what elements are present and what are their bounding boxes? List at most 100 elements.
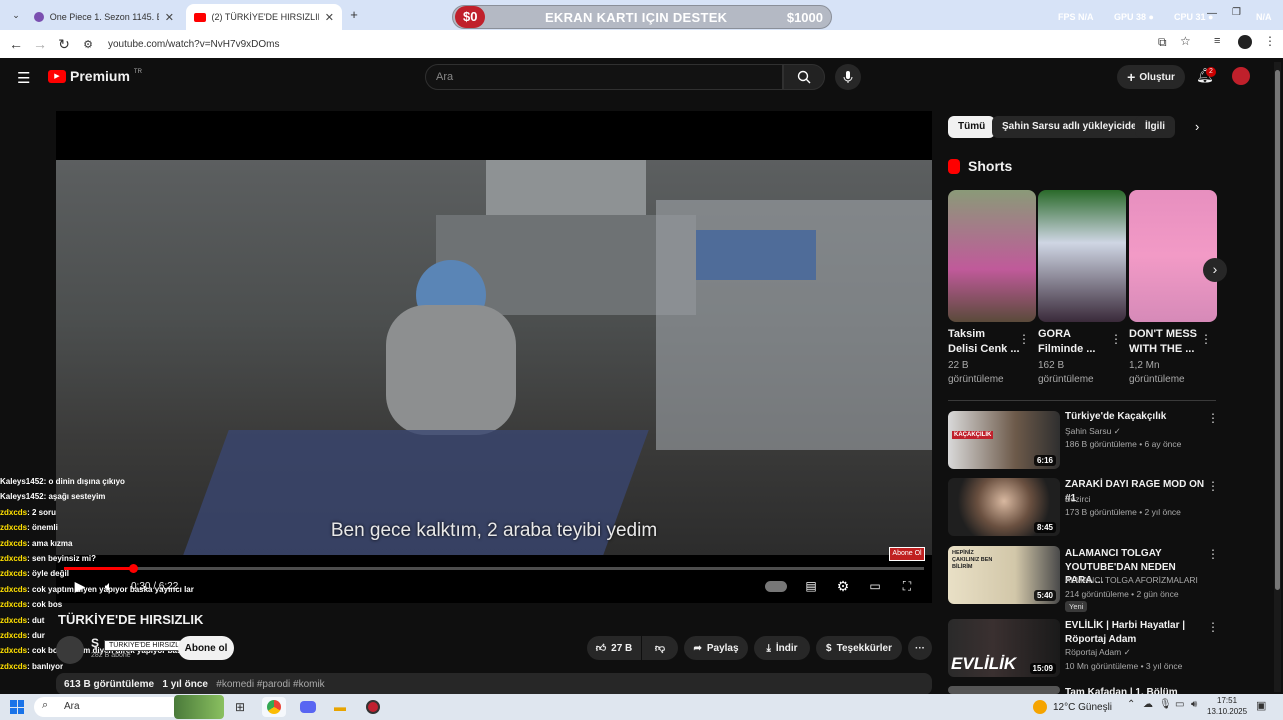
short-thumbnail[interactable] bbox=[1129, 190, 1217, 322]
related-title[interactable]: Türkiye'de Kaçakçılık bbox=[1065, 410, 1205, 424]
theater-mode-icon[interactable]: ▭ bbox=[865, 577, 885, 595]
notification-count-badge: 2 bbox=[1206, 67, 1216, 77]
new-tab-button[interactable]: + bbox=[346, 7, 362, 23]
related-channel[interactable]: ALMANCI TOLGA AFORİZMALARI bbox=[1065, 575, 1198, 585]
related-menu-icon[interactable]: ⋮ bbox=[1207, 411, 1219, 425]
account-avatar[interactable] bbox=[1232, 67, 1250, 85]
chat-message: zdxcds: cok yaptım diyen yapıyor baska y… bbox=[0, 584, 194, 594]
logo-region: TR bbox=[133, 69, 142, 75]
network-icon[interactable]: ▭ bbox=[1175, 699, 1184, 710]
browser-menu-icon[interactable]: ⋮ bbox=[1264, 34, 1276, 48]
cloud-icon[interactable]: ☁ bbox=[1143, 699, 1153, 710]
thumbnail-text: KAÇAKÇILIK bbox=[952, 431, 994, 439]
related-menu-icon[interactable]: ⋮ bbox=[1207, 620, 1219, 634]
short-menu-icon[interactable]: ⋮ bbox=[1200, 332, 1212, 346]
thumbnail-text: EVLİLİK bbox=[951, 654, 1017, 673]
task-view-icon[interactable]: ⊞ bbox=[228, 697, 252, 717]
cast-icon[interactable]: ⧉ bbox=[1158, 35, 1167, 50]
notification-center-icon[interactable]: ▣ bbox=[1256, 699, 1266, 712]
subscribe-watermark[interactable]: Abone Ol bbox=[889, 547, 925, 561]
thumbs-up-icon: 👍︎ bbox=[595, 643, 607, 654]
duration-badge: 6:16 bbox=[1033, 455, 1056, 466]
related-title[interactable]: Tam Kafadan | 1. Bölüm (Bipsiz bbox=[1065, 686, 1205, 694]
voice-search-button[interactable] bbox=[835, 64, 861, 90]
related-channel[interactable]: Şahin Sarsu ✓ bbox=[1065, 426, 1121, 437]
chip-related[interactable]: İlgili bbox=[1135, 116, 1175, 138]
tab-one-piece[interactable]: One Piece 1. Sezon 1145. Bölüm ✕ bbox=[26, 4, 182, 30]
related-thumbnail[interactable]: EVLİLİK 15:09 bbox=[948, 619, 1060, 677]
site-info-icon[interactable]: ⚙ bbox=[76, 32, 100, 56]
microphone-tray-icon[interactable]: 🎙︎ bbox=[1159, 699, 1172, 710]
tab-youtube[interactable]: (2) TÜRKİYE'DE HIRSIZLIK - You ✕ bbox=[186, 4, 342, 30]
related-thumbnail[interactable]: 8:45 bbox=[948, 478, 1060, 536]
thanks-button[interactable]: $ Teşekkürler bbox=[816, 636, 902, 660]
app-taskbar-icon[interactable] bbox=[361, 697, 385, 717]
file-explorer-icon[interactable]: ▬ bbox=[328, 697, 352, 717]
close-tab-icon[interactable]: ✕ bbox=[165, 11, 174, 24]
hamburger-menu-icon[interactable]: ☰ bbox=[17, 69, 30, 87]
channel-name[interactable]: Ş bbox=[91, 636, 99, 650]
chat-message: zdxcds: önemli bbox=[0, 523, 58, 533]
short-thumbnail[interactable] bbox=[948, 190, 1036, 322]
back-arrow-icon[interactable]: ← bbox=[4, 32, 28, 56]
related-menu-icon[interactable]: ⋮ bbox=[1207, 479, 1219, 493]
related-title[interactable]: EVLİLİK | Harbi Hayatlar | Röportaj Adam bbox=[1065, 619, 1205, 646]
related-thumbnail[interactable] bbox=[948, 686, 1060, 694]
forward-arrow-icon[interactable]: → bbox=[28, 32, 52, 56]
discord-taskbar-icon[interactable] bbox=[296, 697, 320, 717]
captions-icon[interactable]: ▤ bbox=[801, 577, 821, 595]
related-thumbnail[interactable]: HEPİNİZ ÇAKILINIZ BEN BİLİRİM 5:40 bbox=[948, 546, 1060, 604]
reload-icon[interactable]: ↻ bbox=[52, 32, 76, 56]
restore-button[interactable]: ❐ bbox=[1232, 7, 1241, 18]
hashtags[interactable]: #komedi #parodi #komik bbox=[216, 679, 324, 690]
minimize-button[interactable]: — bbox=[1207, 8, 1217, 19]
channel-avatar[interactable] bbox=[56, 636, 84, 664]
weather-widget[interactable]: 12°C Güneşli bbox=[1033, 697, 1112, 717]
related-menu-icon[interactable]: ⋮ bbox=[1207, 547, 1219, 561]
speaker-icon[interactable]: 🔊︎ bbox=[1191, 699, 1197, 710]
share-button[interactable]: ➦ Paylaş bbox=[684, 636, 748, 660]
youtube-logo[interactable]: ▶ Premium TR bbox=[48, 68, 142, 84]
profile-avatar[interactable] bbox=[1238, 35, 1252, 49]
reading-list-icon[interactable]: ≡ bbox=[1214, 35, 1220, 47]
taskbar-clock[interactable]: 17:51 13.10.2025 bbox=[1207, 695, 1247, 717]
search-input[interactable]: Ara bbox=[425, 64, 783, 90]
short-thumbnail[interactable] bbox=[1038, 190, 1126, 322]
short-title[interactable]: DON'T MESS WITH THE ... bbox=[1129, 327, 1207, 356]
address-bar-row: ← → ↻ ⚙ youtube.com/watch?v=NvH7v9xDOms bbox=[0, 30, 1283, 58]
short-menu-icon[interactable]: ⋮ bbox=[1018, 332, 1030, 346]
fullscreen-icon[interactable]: ⛶ bbox=[897, 577, 917, 595]
scrollbar-thumb[interactable] bbox=[1275, 70, 1280, 590]
tab-list-icon[interactable]: ⌄ bbox=[8, 7, 24, 23]
windows-start-icon[interactable] bbox=[10, 700, 24, 714]
search-button[interactable] bbox=[783, 64, 825, 90]
related-channel[interactable]: Röportaj Adam ✓ bbox=[1065, 647, 1131, 658]
related-channel[interactable]: Bezirci bbox=[1065, 494, 1091, 504]
like-button[interactable]: 👍︎ 27 B bbox=[587, 636, 641, 660]
create-button[interactable]: + Oluştur bbox=[1117, 65, 1185, 89]
related-thumbnail[interactable]: KAÇAKÇILIK 6:16 bbox=[948, 411, 1060, 469]
promo-amount: $1000 bbox=[786, 9, 823, 25]
description-box[interactable]: 613 B görüntüleme 1 yıl önce #komedi #pa… bbox=[56, 673, 932, 695]
tray-chevron-icon[interactable]: ⌃ bbox=[1127, 699, 1135, 710]
short-title[interactable]: GORA Filminde ... bbox=[1038, 327, 1116, 356]
bookmark-star-icon[interactable]: ☆ bbox=[1180, 34, 1191, 48]
chrome-taskbar-icon[interactable] bbox=[262, 697, 286, 717]
settings-gear-icon[interactable]: ⚙ bbox=[833, 577, 853, 595]
clock-date: 13.10.2025 bbox=[1207, 707, 1248, 716]
short-title[interactable]: Taksim Delisi Cenk ... bbox=[948, 327, 1026, 356]
subscribe-button[interactable]: Abone ol bbox=[178, 636, 234, 660]
chevron-right-icon[interactable]: › bbox=[1195, 119, 1199, 134]
more-actions-button[interactable]: ··· bbox=[908, 636, 932, 660]
youtube-play-icon: ▶ bbox=[48, 69, 66, 83]
shorts-next-chevron-icon[interactable]: › bbox=[1203, 258, 1227, 282]
download-button[interactable]: ⤓ İndir bbox=[754, 636, 810, 660]
dislike-button[interactable]: 👎︎ bbox=[642, 636, 678, 660]
chip-from-uploader[interactable]: Şahin Sarsu adlı yükleyiciden bbox=[992, 116, 1153, 138]
url-field[interactable]: youtube.com/watch?v=NvH7v9xDOms bbox=[108, 39, 279, 50]
chip-all[interactable]: Tümü bbox=[948, 116, 996, 138]
short-menu-icon[interactable]: ⋮ bbox=[1110, 332, 1122, 346]
view-count: 613 B görüntüleme bbox=[64, 679, 155, 690]
autoplay-toggle[interactable] bbox=[765, 581, 787, 592]
close-tab-icon[interactable]: ✕ bbox=[325, 11, 334, 24]
